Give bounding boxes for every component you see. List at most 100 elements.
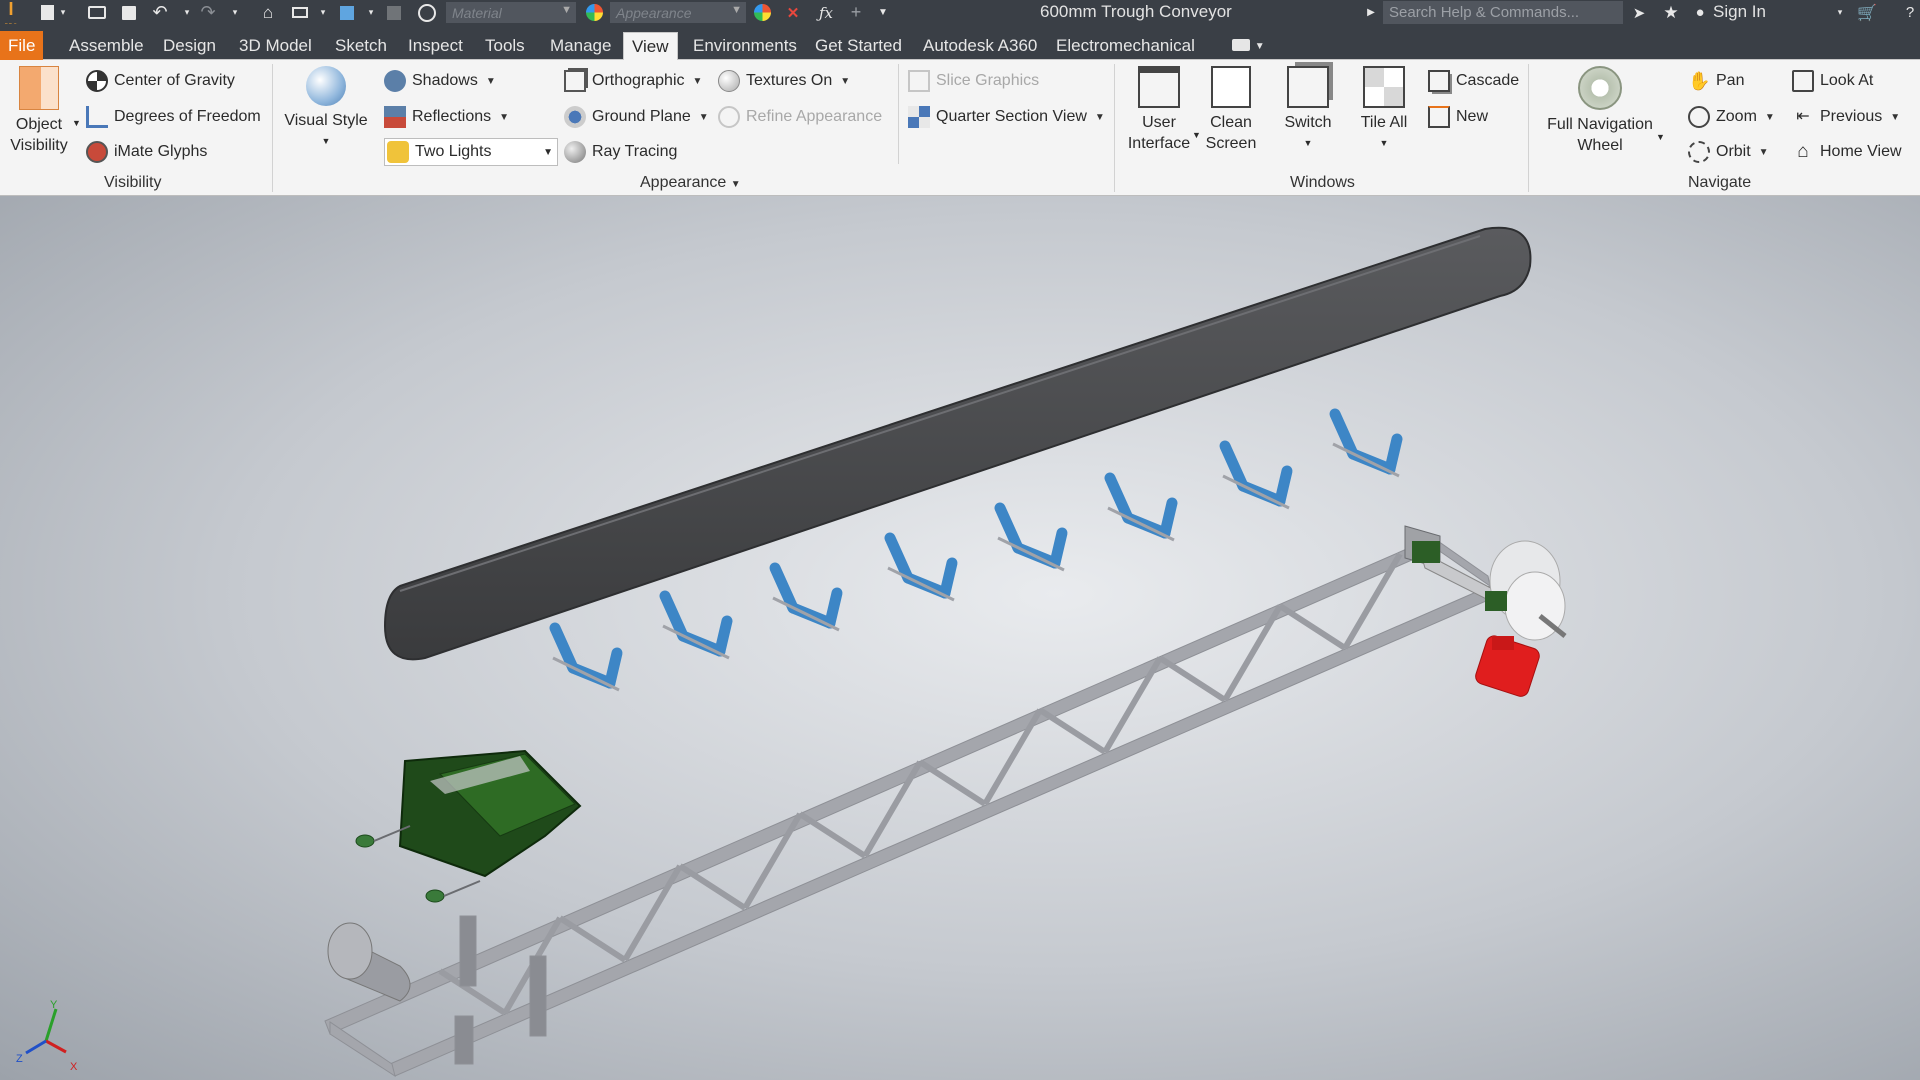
full-navigation-wheel-button[interactable]: Full Navigation Wheel (1540, 66, 1660, 156)
user-icon[interactable]: ● (1690, 4, 1710, 21)
clear-appearance-icon[interactable]: ✕ (782, 4, 804, 22)
conveyor-belt[interactable] (383, 226, 1532, 661)
print-dropdown-icon[interactable]: ▾ (318, 4, 328, 21)
ground-plane-icon (564, 106, 586, 128)
idler-set[interactable] (1104, 472, 1178, 542)
search-expand-icon[interactable]: ▶ (1366, 4, 1376, 21)
orthographic-button[interactable]: Orthographic ▼ (564, 67, 702, 95)
previous-view-button[interactable]: ⇤ Previous ▼ (1792, 103, 1900, 131)
idler-set[interactable] (1219, 440, 1293, 510)
tab-environments[interactable]: Environments (685, 32, 805, 60)
user-interface-button[interactable]: User Interface (1124, 66, 1194, 154)
sign-in-dropdown-icon[interactable]: ▾ (1834, 4, 1846, 21)
refine-appearance-button[interactable]: Refine Appearance (718, 103, 882, 131)
tail-pulley[interactable] (327, 922, 411, 1002)
quarter-section-view-button[interactable]: Quarter Section View ▼ (908, 103, 1105, 131)
redo-icon[interactable]: ↷ (198, 2, 218, 22)
idler-set[interactable] (659, 590, 733, 660)
reflections-label: Reflections (412, 108, 492, 125)
textures-on-button[interactable]: Textures On ▼ (718, 67, 850, 95)
update-icon[interactable] (384, 4, 404, 21)
tab-assemble[interactable]: Assemble (61, 32, 152, 60)
feed-chute-hopper[interactable] (398, 749, 582, 878)
navigation-wheel-dropdown-icon[interactable]: ▼ (1656, 132, 1665, 142)
cart-icon[interactable]: 🛒 (1856, 4, 1878, 22)
search-input[interactable]: Search Help & Commands... (1383, 1, 1623, 24)
tab-tools[interactable]: Tools (477, 32, 533, 60)
switch-dropdown-icon: ▼ (1303, 138, 1313, 148)
graphics-viewport[interactable]: Y X Z (0, 196, 1920, 1080)
look-at-button[interactable]: Look At (1792, 67, 1873, 95)
slice-graphics-button[interactable]: Slice Graphics (908, 67, 1039, 95)
tab-sketch[interactable]: Sketch (327, 32, 395, 60)
idler-roller (939, 557, 958, 599)
clean-screen-button[interactable]: Clean Screen (1200, 66, 1262, 154)
reflections-button[interactable]: Reflections ▼ (384, 103, 509, 131)
tab-3d-model[interactable]: 3D Model (231, 32, 320, 60)
exchange-icon[interactable]: ➤ (1628, 4, 1650, 22)
undo-icon[interactable]: ↶ (150, 2, 170, 22)
new-file-icon[interactable] (38, 4, 56, 21)
ray-tracing-button[interactable]: Ray Tracing (564, 138, 677, 166)
undo-dropdown-icon[interactable]: ▾ (182, 4, 192, 21)
drive-motor[interactable] (1474, 634, 1542, 699)
home-view-button[interactable]: ⌂ Home View (1792, 138, 1901, 166)
idler-set[interactable] (994, 502, 1068, 572)
new-dropdown-icon[interactable]: ▾ (58, 4, 68, 21)
orbit-button[interactable]: Orbit ▼ (1688, 138, 1769, 166)
tab-inspect[interactable]: Inspect (400, 32, 471, 60)
ray-tracing-label: Ray Tracing (592, 143, 678, 160)
tab-electromechanical[interactable]: Electromechanical (1048, 32, 1203, 60)
center-of-gravity-button[interactable]: Center of Gravity (86, 67, 235, 95)
customize-quick-access-icon[interactable]: ▼ (876, 4, 890, 21)
ground-plane-button[interactable]: Ground Plane ▼ (564, 103, 709, 131)
idler-set[interactable] (1329, 408, 1403, 478)
zoom-button[interactable]: Zoom ▼ (1688, 103, 1775, 131)
lighting-style-select[interactable]: Two Lights ▼ (384, 138, 558, 166)
idler-set[interactable] (549, 622, 623, 692)
imate-glyphs-button[interactable]: iMate Glyphs (86, 138, 207, 166)
panel-appearance-label[interactable]: Appearance ▼ (640, 174, 741, 192)
favorite-star-icon[interactable]: ★ (1660, 3, 1682, 22)
clean-screen-icon (1211, 66, 1251, 108)
object-visibility-button[interactable]: Object Visibility (8, 66, 70, 156)
open-folder-icon[interactable] (86, 4, 108, 21)
cascade-button[interactable]: Cascade (1428, 67, 1519, 95)
tab-manage[interactable]: Manage (542, 32, 619, 60)
tab-view[interactable]: View (623, 32, 678, 62)
visual-style-button[interactable]: Visual Style ▼ (284, 66, 368, 152)
save-icon[interactable] (120, 4, 138, 21)
new-window-button[interactable]: New (1428, 103, 1488, 131)
object-visibility-dropdown-icon[interactable]: ▼ (72, 118, 81, 128)
tile-all-button[interactable]: Tile All ▼ (1350, 66, 1418, 154)
appearance-dropdown[interactable]: Appearance ▼ (610, 2, 746, 23)
tab-design[interactable]: Design (155, 32, 224, 60)
idler-roller (824, 587, 843, 629)
tab-get-started[interactable]: Get Started (807, 32, 910, 60)
degrees-of-freedom-button[interactable]: Degrees of Freedom (86, 103, 261, 131)
pan-label: Pan (1716, 72, 1745, 89)
tab-file[interactable]: File (0, 31, 44, 60)
material-dropdown[interactable]: Material ▼ (446, 2, 576, 23)
redo-dropdown-icon[interactable]: ▾ (230, 4, 240, 21)
ribbon-display-options[interactable]: ▼ (1224, 30, 1273, 58)
switch-window-button[interactable]: Switch ▼ (1274, 66, 1342, 154)
add-icon[interactable]: + (846, 2, 866, 22)
select-dropdown-icon[interactable]: ▾ (366, 4, 376, 21)
shadows-button[interactable]: Shadows ▼ (384, 67, 496, 95)
web-icon[interactable] (416, 3, 438, 22)
idler-set[interactable] (769, 562, 843, 632)
app-logo[interactable]: I (2, 0, 20, 19)
help-icon[interactable]: ? (1900, 4, 1920, 21)
pan-button[interactable]: ✋ Pan (1688, 67, 1744, 95)
parameters-icon[interactable]: ƒx (816, 4, 836, 22)
home-icon[interactable]: ⌂ (258, 3, 278, 22)
select-icon[interactable] (336, 4, 358, 21)
adjust-appearance-icon[interactable] (752, 4, 772, 21)
idler-set[interactable] (884, 532, 958, 602)
conveyor-assembly-model[interactable]: Y X Z (0, 196, 1920, 1080)
print-icon[interactable] (290, 4, 310, 21)
tab-autodesk-a360[interactable]: Autodesk A360 (915, 32, 1045, 60)
sign-in-link[interactable]: Sign In (1713, 2, 1766, 22)
view-axis-triad[interactable]: Y X Z (16, 999, 78, 1073)
